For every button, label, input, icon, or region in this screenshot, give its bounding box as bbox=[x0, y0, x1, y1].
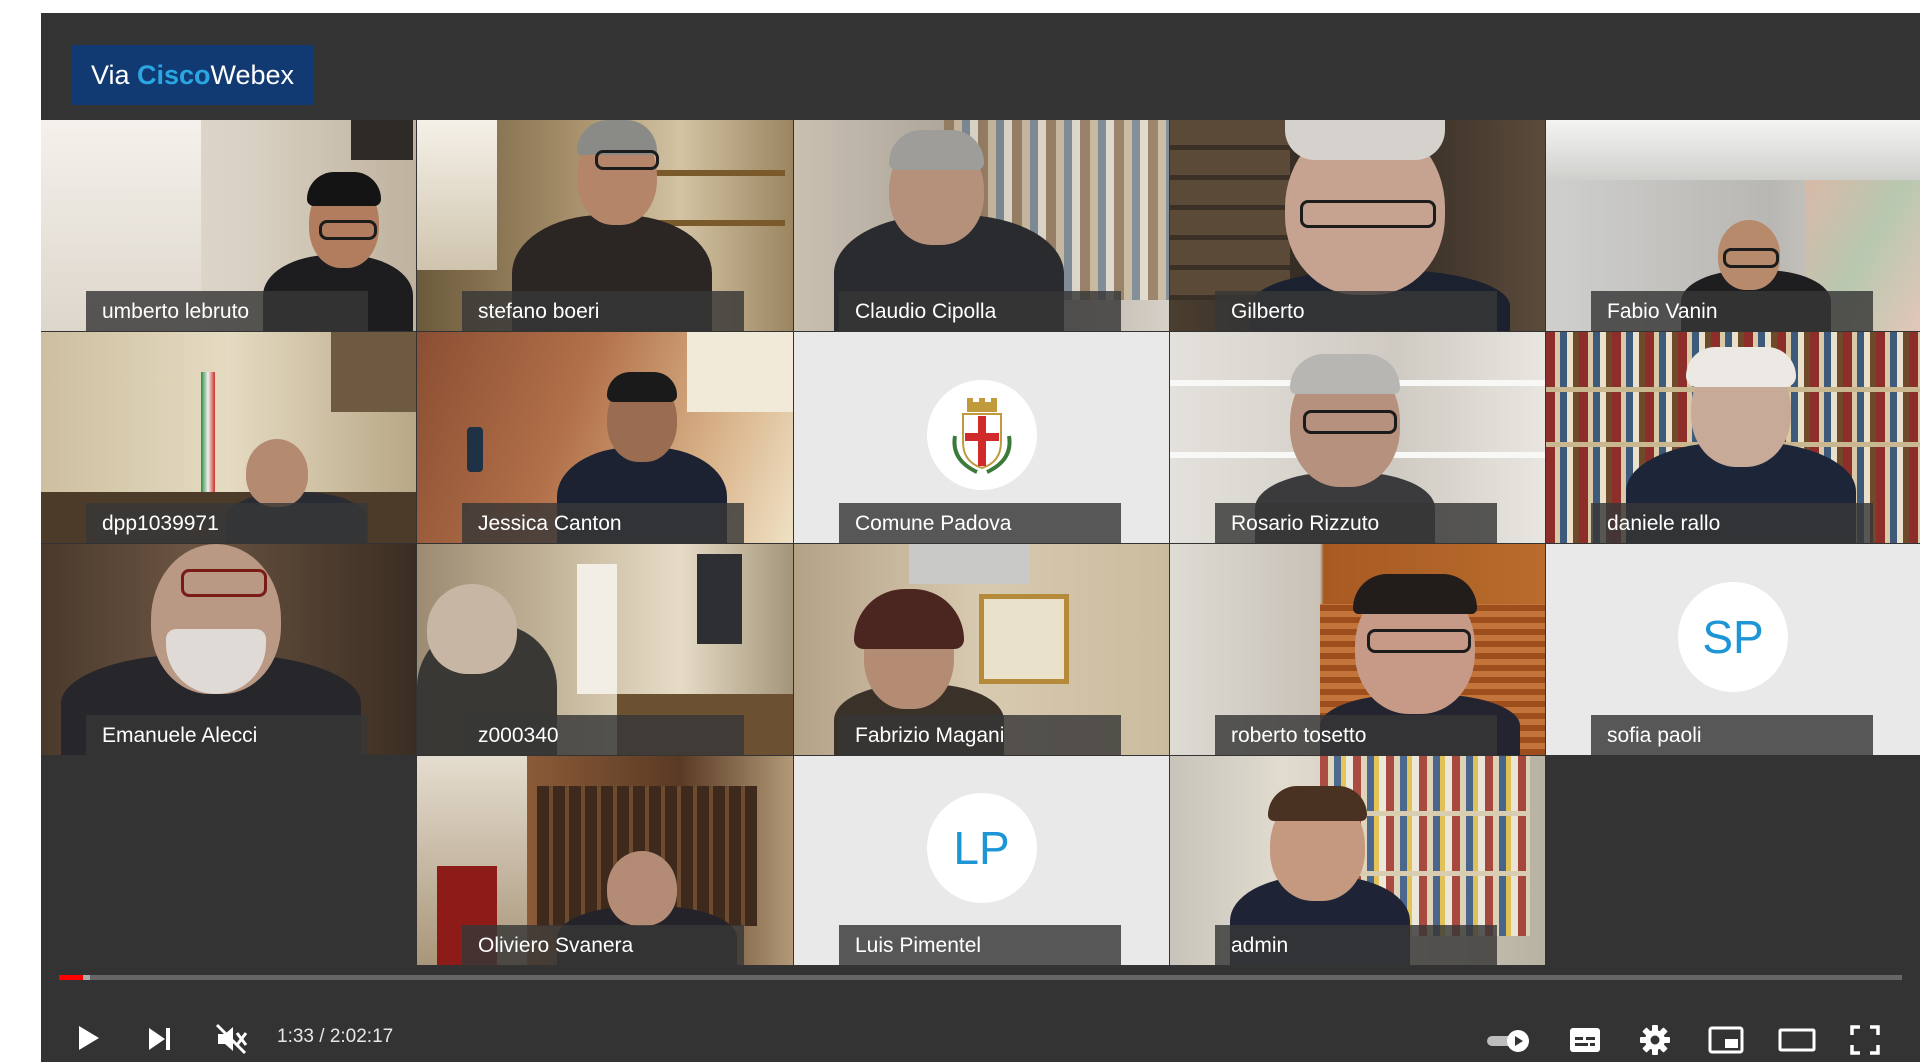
participant-name: Oliviero Svanera bbox=[462, 925, 744, 965]
participant-tile: Claudio Cipolla bbox=[794, 120, 1169, 331]
participant-tile: Fabio Vanin bbox=[1546, 120, 1920, 331]
subtitles-icon[interactable] bbox=[1567, 1025, 1603, 1055]
participant-tile: Fabrizio Magani bbox=[794, 544, 1169, 755]
participant-avatar: LP bbox=[926, 792, 1037, 903]
participant-tile: stefano boeri bbox=[417, 120, 793, 331]
badge-brand: Cisco bbox=[136, 60, 211, 90]
participant-tile: dpp1039971 bbox=[41, 332, 416, 543]
video-player[interactable]: Via CiscoWebex umberto lebruto stefano b… bbox=[41, 13, 1920, 1062]
webex-badge: Via CiscoWebex bbox=[71, 45, 314, 105]
participant-name: Comune Padova bbox=[839, 503, 1121, 543]
participant-name: roberto tosetto bbox=[1215, 715, 1497, 755]
settings-icon[interactable] bbox=[1638, 1023, 1672, 1057]
miniplayer-icon[interactable] bbox=[1707, 1025, 1745, 1055]
participant-name: Claudio Cipolla bbox=[839, 291, 1121, 331]
progress-played bbox=[59, 975, 83, 980]
city-crest-logo bbox=[927, 380, 1037, 490]
participant-name: dpp1039971 bbox=[86, 503, 368, 543]
participant-name: Luis Pimentel bbox=[839, 925, 1121, 965]
theater-mode-icon[interactable] bbox=[1777, 1027, 1817, 1053]
participant-name: Fabio Vanin bbox=[1591, 291, 1873, 331]
participant-tile: Jessica Canton bbox=[417, 332, 793, 543]
participant-name: Jessica Canton bbox=[462, 503, 744, 543]
play-icon[interactable] bbox=[73, 1023, 103, 1053]
participant-name: sofia paoli bbox=[1591, 715, 1873, 755]
participant-tile: SP sofia paoli bbox=[1546, 544, 1920, 755]
participant-name: Emanuele Alecci bbox=[86, 715, 368, 755]
participant-tile: Comune Padova bbox=[794, 332, 1169, 543]
muted-volume-icon[interactable] bbox=[215, 1023, 249, 1055]
participant-tile: LP Luis Pimentel bbox=[794, 756, 1169, 965]
participant-name: umberto lebruto bbox=[86, 291, 368, 331]
time-display: 1:33 / 2:02:17 bbox=[277, 1026, 394, 1047]
badge-prefix: Via bbox=[90, 60, 137, 90]
participant-name: Fabrizio Magani bbox=[839, 715, 1121, 755]
progress-bar[interactable] bbox=[59, 975, 1902, 980]
participant-tile: daniele rallo bbox=[1546, 332, 1920, 543]
player-controls: 1:33 / 2:02:17 bbox=[41, 963, 1920, 1062]
participant-name: Gilberto bbox=[1215, 291, 1497, 331]
participant-tile: z000340 bbox=[417, 544, 793, 755]
participant-name: stefano boeri bbox=[462, 291, 744, 331]
participant-avatar: SP bbox=[1678, 581, 1788, 692]
participant-tile: umberto lebruto bbox=[41, 120, 416, 331]
participant-tile: Oliviero Svanera bbox=[417, 756, 793, 965]
participant-name: daniele rallo bbox=[1591, 503, 1873, 543]
participant-tile: admin bbox=[1170, 756, 1545, 965]
next-icon[interactable] bbox=[145, 1025, 175, 1053]
badge-product: Webex bbox=[210, 60, 295, 90]
participant-tile: roberto tosetto bbox=[1170, 544, 1545, 755]
participant-name: Rosario Rizzuto bbox=[1215, 503, 1497, 543]
participant-tile: Emanuele Alecci bbox=[41, 544, 416, 755]
participant-tile: Rosario Rizzuto bbox=[1170, 332, 1545, 543]
fullscreen-icon[interactable] bbox=[1849, 1024, 1881, 1056]
autoplay-toggle-icon[interactable] bbox=[1485, 1028, 1533, 1054]
participant-name: z000340 bbox=[462, 715, 744, 755]
participant-tile: Gilberto bbox=[1170, 120, 1545, 331]
participant-name: admin bbox=[1215, 925, 1497, 965]
participant-grid: umberto lebruto stefano boeri Claudio Ci… bbox=[41, 120, 1920, 965]
